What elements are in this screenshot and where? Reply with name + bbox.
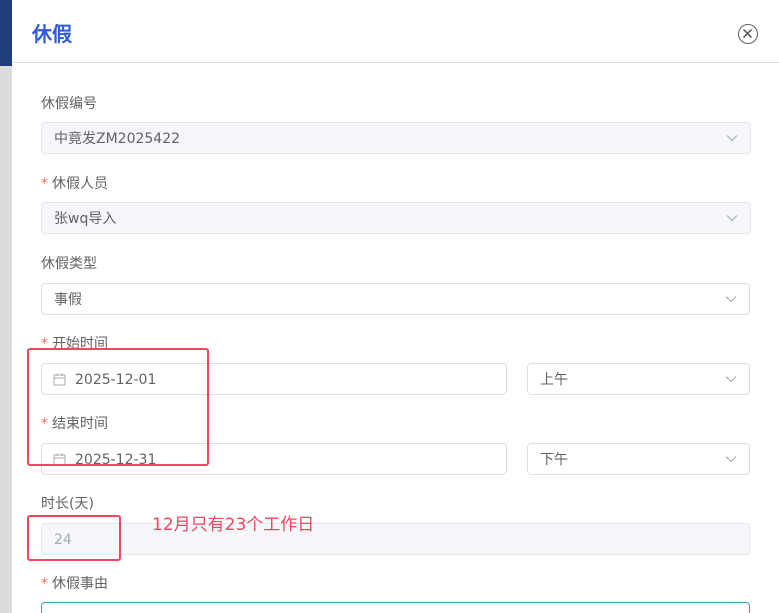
annotation-box-dates [27, 348, 209, 466]
close-icon [743, 29, 752, 38]
backdrop-overlay-strip [0, 66, 12, 613]
chevron-down-icon [725, 296, 737, 303]
close-button[interactable] [738, 24, 758, 44]
leave-dialog: 休假 休假编号 中竟发ZM2025422 * 休假人员 张wq导入 休假类型 事… [12, 0, 779, 613]
start-period-select[interactable]: 上午 [527, 363, 750, 395]
reason-textarea[interactable] [41, 602, 750, 613]
chevron-down-icon [725, 456, 737, 463]
reason-label: * 休假事由 [41, 576, 108, 592]
chevron-down-icon [725, 376, 737, 383]
end-period-select[interactable]: 下午 [527, 443, 750, 475]
required-mark: * [41, 176, 48, 192]
start-period-value: 上午 [540, 372, 568, 388]
screen: 休假 休假编号 中竟发ZM2025422 * 休假人员 张wq导入 休假类型 事… [0, 0, 779, 613]
leave-person-label: * 休假人员 [41, 176, 108, 192]
leave-person-value: 张wq导入 [54, 211, 117, 227]
backdrop-header-strip [0, 0, 12, 66]
leave-no-value: 中竟发ZM2025422 [54, 131, 181, 147]
annotation-text: 12月只有23个工作日 [152, 515, 315, 535]
leave-no-select[interactable]: 中竟发ZM2025422 [41, 122, 751, 154]
chevron-down-icon [726, 215, 738, 222]
leave-person-select[interactable]: 张wq导入 [41, 202, 751, 234]
required-mark: * [41, 576, 48, 592]
leave-no-label: 休假编号 [41, 96, 97, 112]
end-period-value: 下午 [540, 452, 568, 468]
leave-type-select[interactable]: 事假 [41, 283, 750, 315]
duration-label: 时长(天) [41, 496, 94, 512]
dialog-header: 休假 [12, 0, 779, 63]
annotation-box-duration [27, 515, 121, 561]
duration-input[interactable]: 24 [41, 523, 750, 555]
leave-type-value: 事假 [54, 292, 82, 308]
chevron-down-icon [726, 135, 738, 142]
leave-type-label: 休假类型 [41, 256, 97, 272]
dialog-title: 休假 [32, 22, 72, 46]
